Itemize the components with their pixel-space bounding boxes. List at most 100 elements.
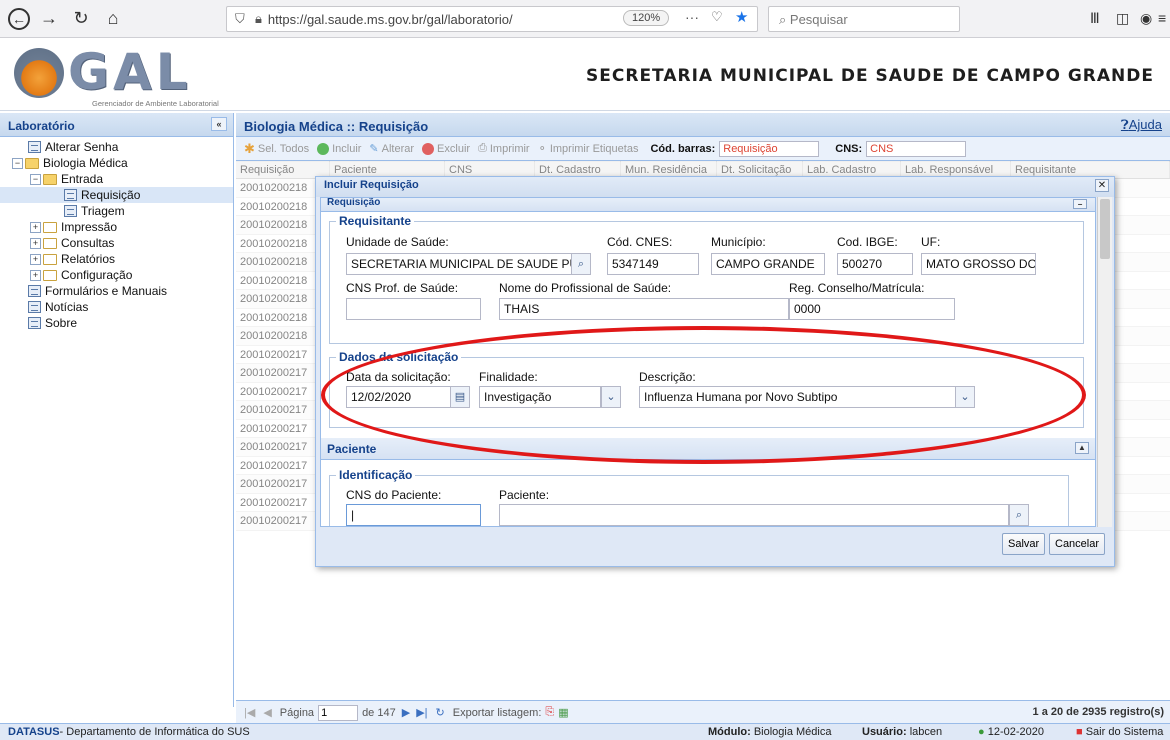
cod-barras-input[interactable]: Requisição bbox=[719, 140, 820, 157]
home-icon[interactable]: ⌂ bbox=[100, 6, 126, 32]
page-input[interactable] bbox=[318, 704, 359, 721]
first-page-icon[interactable]: |◀ bbox=[244, 706, 255, 719]
cnes-input[interactable]: 5347149 bbox=[607, 253, 699, 275]
grid-toolbar: ✱ Sel. Todos Incluir ✎ Alterar Excluir ⎙ Im… bbox=[236, 137, 1170, 161]
dialog-scrollbar[interactable] bbox=[1097, 197, 1112, 527]
paciente-input[interactable] bbox=[499, 504, 1009, 526]
excluir-button[interactable]: Excluir bbox=[422, 142, 471, 155]
gal-logo-icon bbox=[14, 48, 64, 98]
sidebar-toggle-icon[interactable]: ◫ bbox=[1116, 10, 1129, 27]
collapse-sidebar-button[interactable]: « bbox=[211, 117, 227, 131]
search-icon[interactable]: ⌕ bbox=[571, 253, 591, 275]
reg-label: Reg. Conselho/Matrícula: bbox=[789, 281, 925, 295]
sidebar-item-configuracao[interactable]: + Configuração bbox=[0, 267, 233, 283]
expand-icon[interactable]: + bbox=[30, 253, 41, 265]
sidebar-item-entrada[interactable]: − Entrada bbox=[0, 171, 233, 187]
sidebar-item-label: Relatórios bbox=[61, 252, 116, 266]
data-solicitacao-input[interactable]: 12/02/2020 bbox=[346, 386, 452, 408]
reg-input[interactable]: 0000 bbox=[789, 298, 955, 320]
unidade-input[interactable]: SECRETARIA MUNICIPAL DE SAUDE PU bbox=[346, 253, 576, 275]
sidebar-item-biologia-medica[interactable]: − Biologia Médica bbox=[0, 155, 233, 171]
collapse-section-icon[interactable]: ▲ bbox=[1075, 442, 1089, 454]
scrollbar-thumb[interactable] bbox=[1100, 199, 1110, 259]
banner-title: SECRETARIA MUNICIPAL DE SAUDE DE CAMPO G… bbox=[586, 66, 1154, 86]
sidebar-item-noticias[interactable]: Notícias bbox=[0, 299, 233, 315]
search-icon[interactable]: ⌕ bbox=[1009, 504, 1029, 526]
descricao-select[interactable]: Influenza Humana por Novo Subtipo bbox=[639, 386, 957, 408]
pocket-icon[interactable]: ♡ bbox=[711, 9, 723, 25]
expand-icon[interactable]: + bbox=[30, 237, 41, 249]
expand-icon[interactable]: + bbox=[30, 221, 41, 233]
close-icon[interactable]: ✕ bbox=[1095, 179, 1109, 192]
uf-input[interactable]: MATO GROSSO DO bbox=[921, 253, 1036, 275]
cns-input[interactable]: CNS bbox=[866, 140, 967, 157]
search-input[interactable]: ⌕ Pesquisar bbox=[768, 6, 960, 32]
reload-icon[interactable]: ↻ bbox=[68, 6, 94, 32]
logout-icon: ■ bbox=[1076, 726, 1083, 738]
sheet-export-icon[interactable]: ▦ bbox=[558, 706, 568, 719]
collapse-section-icon[interactable]: − bbox=[1073, 199, 1087, 209]
sidebar-item-requisicao[interactable]: Requisição bbox=[0, 187, 233, 203]
excluir-label: Excluir bbox=[437, 142, 471, 155]
sidebar-item-alterar-senha[interactable]: Alterar Senha bbox=[0, 139, 233, 155]
label-icon: ⚬ bbox=[537, 143, 547, 155]
finalidade-select[interactable]: Investigação bbox=[479, 386, 601, 408]
last-page-icon[interactable]: ▶| bbox=[416, 706, 427, 719]
sidebar-item-sobre[interactable]: Sobre bbox=[0, 315, 233, 331]
datasus-link[interactable]: DATASUS bbox=[8, 726, 60, 738]
chevron-down-icon[interactable]: ⌄ bbox=[601, 386, 621, 408]
collapse-icon[interactable]: − bbox=[12, 157, 23, 169]
sidebar-item-consultas[interactable]: + Consultas bbox=[0, 235, 233, 251]
cancel-button[interactable]: Cancelar bbox=[1049, 533, 1106, 555]
add-icon bbox=[317, 142, 330, 155]
asterisk-icon: ✱ bbox=[244, 140, 255, 156]
cns-prof-input[interactable] bbox=[346, 298, 481, 320]
page-actions-icon[interactable]: ··· bbox=[685, 9, 699, 25]
page-title: Biologia Médica :: Requisição bbox=[244, 119, 429, 134]
save-button[interactable]: Salvar bbox=[1002, 533, 1046, 555]
expand-icon[interactable]: + bbox=[30, 269, 41, 281]
collapse-icon[interactable]: − bbox=[30, 173, 41, 185]
select-all-label: Sel. Todos bbox=[257, 142, 310, 155]
imprimir-button[interactable]: ⎙ Imprimir bbox=[478, 142, 530, 155]
zoom-indicator[interactable]: 120% bbox=[623, 10, 670, 26]
nome-prof-input[interactable]: THAIS bbox=[499, 298, 789, 320]
municipio-label: Município: bbox=[711, 235, 766, 249]
cnes-label: Cód. CNES: bbox=[607, 235, 673, 249]
calendar-icon[interactable]: ▤ bbox=[450, 386, 470, 408]
back-icon[interactable]: ← bbox=[8, 7, 30, 30]
requisitante-legend: Requisitante bbox=[339, 214, 412, 228]
section-paciente-header: Paciente ▲ bbox=[321, 438, 1095, 460]
shield-icon[interactable]: ⛉ bbox=[235, 11, 245, 27]
sidebar-item-impressao[interactable]: + Impressão bbox=[0, 219, 233, 235]
prev-page-icon[interactable]: ◀ bbox=[263, 706, 271, 719]
modulo-value: Biologia Médica bbox=[753, 726, 832, 738]
incluir-button[interactable]: Incluir bbox=[317, 142, 361, 155]
forward-icon[interactable]: → bbox=[36, 6, 62, 32]
lock-icon[interactable]: 🔒︎ bbox=[255, 11, 262, 27]
menu-icon[interactable]: ≡ bbox=[1158, 10, 1166, 26]
unidade-label: Unidade de Saúde: bbox=[346, 235, 449, 249]
refresh-icon[interactable]: ↻ bbox=[436, 706, 445, 719]
bookmark-star-icon[interactable]: ★ bbox=[735, 8, 748, 26]
cns-paciente-input[interactable]: | bbox=[346, 504, 481, 526]
chevron-down-icon[interactable]: ⌄ bbox=[955, 386, 975, 408]
library-icon[interactable]: Ⅲ bbox=[1090, 10, 1100, 27]
imprimir-etiquetas-button[interactable]: ⚬ Imprimir Etiquetas bbox=[537, 142, 639, 156]
help-link[interactable]: ❓︎Ajuda bbox=[1121, 117, 1162, 133]
sidebar-item-relatorios[interactable]: + Relatórios bbox=[0, 251, 233, 267]
municipio-input[interactable]: CAMPO GRANDE bbox=[711, 253, 825, 275]
url-bar[interactable]: ⛉ 🔒︎ https://gal.saude.ms.gov.br/gal/lab… bbox=[226, 6, 758, 32]
account-icon[interactable]: ◉ bbox=[1140, 10, 1152, 27]
finalidade-label: Finalidade: bbox=[479, 370, 538, 384]
ibge-input[interactable]: 500270 bbox=[837, 253, 913, 275]
pdf-export-icon[interactable]: ⎘ bbox=[545, 706, 554, 719]
export-label: Exportar listagem: bbox=[452, 706, 542, 719]
sidebar-item-formularios[interactable]: Formulários e Manuais bbox=[0, 283, 233, 299]
logout-button[interactable]: ■ Sair do Sistema bbox=[1076, 726, 1163, 738]
next-page-icon[interactable]: ▶ bbox=[402, 706, 410, 719]
select-all-button[interactable]: ✱ Sel. Todos bbox=[244, 141, 309, 157]
alterar-button[interactable]: ✎ Alterar bbox=[369, 142, 414, 156]
search-placeholder: Pesquisar bbox=[789, 12, 848, 27]
sidebar-item-triagem[interactable]: Triagem bbox=[0, 203, 233, 219]
